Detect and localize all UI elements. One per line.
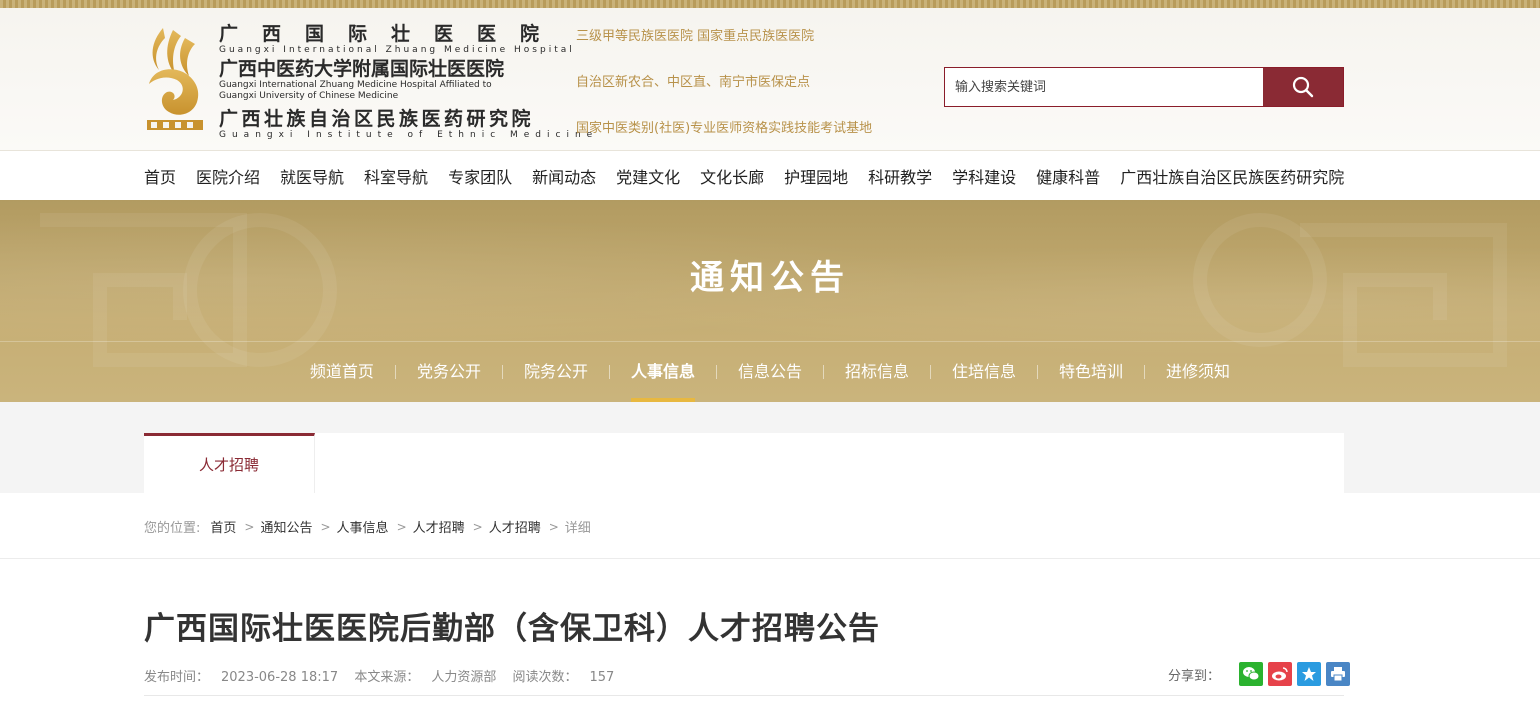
hospital-name-en-1: Guangxi International Zhuang Medicine Ho…	[219, 45, 575, 55]
site-header: 广西国际壮医医院 Guangxi International Zhuang Me…	[0, 8, 1540, 150]
breadcrumb-prefix: 您的位置:	[144, 521, 201, 536]
nav-item-research[interactable]: 科研教学	[868, 164, 932, 188]
nav-item-party[interactable]: 党建文化	[616, 164, 680, 188]
star-icon	[1302, 667, 1317, 681]
tagline-1: 三级甲等民族医医院 国家重点民族医医院	[576, 29, 815, 44]
weibo-icon	[1272, 667, 1288, 681]
breadcrumb-notices[interactable]: 通知公告	[260, 517, 312, 536]
subnav-item-personnel[interactable]: 人事信息	[630, 342, 695, 402]
search-button[interactable]	[1263, 68, 1343, 106]
subnav-item-advanced-study[interactable]: 进修须知	[1166, 342, 1230, 402]
subnav-separator	[715, 365, 717, 379]
chevron-right-icon: >	[320, 519, 331, 534]
share-bar: 分享到：	[1168, 662, 1351, 686]
meta-divider	[144, 695, 1344, 696]
search-icon	[1292, 76, 1314, 98]
subnav-item-residency[interactable]: 住培信息	[952, 342, 1016, 402]
subnav-item-channel-home[interactable]: 频道首页	[310, 342, 374, 402]
page-banner: 通知公告 频道首页 党务公开 院务公开 人事信息 信息公告 招标信息 住培信息 …	[0, 200, 1540, 402]
hospital-name-en-2b: Guangxi University of Chinese Medicine	[219, 91, 399, 101]
hospital-name-en-2a: Guangxi International Zhuang Medicine Ho…	[219, 80, 492, 90]
subnav-separator	[930, 365, 932, 379]
share-label: 分享到：	[1168, 668, 1221, 684]
read-count: 157	[589, 670, 615, 685]
nav-item-visit-guide[interactable]: 就医导航	[280, 164, 344, 188]
tagline-2: 自治区新农合、中区直、南宁市医保定点	[576, 75, 811, 90]
search-box	[944, 67, 1344, 107]
hospital-name-2: 广西中医药大学附属国际壮医医院 Guangxi International Zh…	[219, 58, 553, 102]
hospital-name-zh-2: 广西中医药大学附属国际壮医医院	[219, 58, 505, 80]
reads-label: 阅读次数：	[512, 670, 578, 685]
nav-item-experts[interactable]: 专家团队	[448, 164, 512, 188]
publish-time: 2023-06-28 18:17	[221, 670, 339, 685]
subnav-separator	[501, 365, 503, 379]
subnav-item-tender[interactable]: 招标信息	[845, 342, 909, 402]
sub-nav: 频道首页 党务公开 院务公开 人事信息 信息公告 招标信息 住培信息 特色培训 …	[0, 342, 1540, 402]
category-tab-band: 人才招聘	[0, 402, 1540, 493]
subnav-item-hospital-affairs[interactable]: 院务公开	[524, 342, 588, 402]
subnav-separator	[394, 365, 396, 379]
subnav-separator	[823, 365, 824, 379]
tab-talent-recruitment[interactable]: 人才招聘	[144, 433, 315, 493]
subnav-separator	[608, 365, 610, 379]
breadcrumb-recruitment-sub[interactable]: 人才招聘	[489, 517, 541, 536]
share-weibo-button[interactable]	[1268, 662, 1293, 686]
chevron-right-icon: >	[396, 519, 407, 534]
breadcrumb-home[interactable]: 首页	[210, 517, 236, 536]
article-meta: 发布时间： 2023-06-28 18:17 本文来源： 人力资源部 阅读次数： 15…	[144, 666, 626, 685]
breadcrumb-recruitment[interactable]: 人才招聘	[413, 517, 465, 536]
subnav-item-party-affairs[interactable]: 党务公开	[417, 342, 481, 402]
nav-item-health[interactable]: 健康科普	[1036, 164, 1100, 188]
print-button[interactable]	[1326, 662, 1351, 686]
hospital-name-zh-1: 广西国际壮医医院	[219, 23, 564, 45]
nav-item-culture[interactable]: 文化长廊	[700, 164, 764, 188]
top-decor-stripe	[0, 0, 1540, 8]
chevron-right-icon: >	[472, 519, 483, 534]
nav-item-nursing[interactable]: 护理园地	[784, 164, 848, 188]
category-tab-row: 人才招聘	[144, 433, 1344, 493]
chevron-right-icon: >	[548, 519, 559, 534]
subnav-separator	[1144, 365, 1146, 379]
nav-item-departments[interactable]: 科室导航	[364, 164, 428, 188]
subnav-item-announcements[interactable]: 信息公告	[738, 342, 802, 402]
publish-label: 发布时间：	[144, 670, 210, 685]
breadcrumb-personnel[interactable]: 人事信息	[337, 517, 389, 536]
breadcrumb-current: 详细	[564, 521, 591, 536]
search-input[interactable]	[945, 68, 1263, 106]
nav-item-news[interactable]: 新闻动态	[532, 164, 596, 188]
hospital-name-zh-3: 广西壮族自治区民族医药研究院	[219, 108, 535, 130]
tagline-3: 国家中医类别(社医)专业医师资格实践技能考试基地	[576, 121, 873, 136]
source-label: 本文来源：	[354, 670, 420, 685]
banner-title: 通知公告	[690, 258, 850, 298]
article-title: 广西国际壮医医院后勤部（含保卫科）人才招聘公告	[144, 611, 880, 647]
print-icon	[1331, 667, 1346, 682]
main-nav: 首页 医院介绍 就医导航 科室导航 专家团队 新闻动态 党建文化 文化长廊 护理…	[0, 150, 1540, 200]
chevron-right-icon: >	[244, 519, 255, 534]
article-source: 人力资源部	[431, 670, 497, 685]
nav-item-about[interactable]: 医院介绍	[196, 164, 260, 188]
share-wechat-button[interactable]	[1239, 662, 1264, 686]
hospital-name-1: 广西国际壮医医院 Guangxi International Zhuang Me…	[219, 23, 575, 56]
subnav-item-special-training[interactable]: 特色培训	[1059, 342, 1123, 402]
hospital-logo-icon[interactable]	[143, 24, 207, 136]
nav-item-institute[interactable]: 广西壮族自治区民族医药研究院	[1120, 164, 1344, 188]
nav-item-home[interactable]: 首页	[144, 164, 176, 188]
nav-item-discipline[interactable]: 学科建设	[952, 164, 1016, 188]
hospital-name-3: 广西壮族自治区民族医药研究院 Guangxi Institute of Ethn…	[219, 108, 599, 141]
hospital-name-en-3: Guangxi Institute of Ethnic Medicine	[219, 130, 599, 140]
share-qzone-button[interactable]	[1297, 662, 1322, 686]
subnav-separator	[1037, 365, 1039, 379]
breadcrumb: 您的位置: 首页 > 通知公告 > 人事信息 > 人才招聘 > 人才招聘 > 详…	[0, 493, 1540, 559]
wechat-icon	[1243, 667, 1260, 681]
